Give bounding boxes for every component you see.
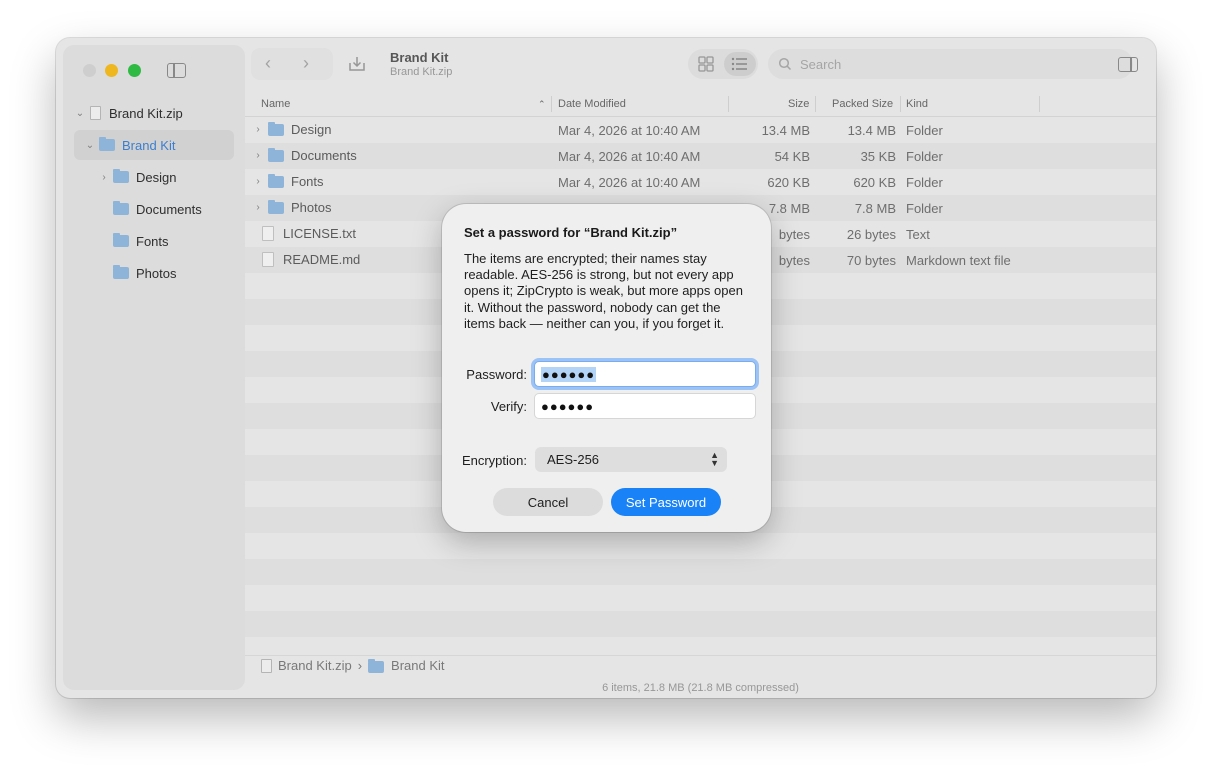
set-password-button[interactable]: Set Password <box>611 488 721 516</box>
verify-field[interactable]: ●●●●●● <box>534 393 756 419</box>
verify-label: Verify: <box>490 399 527 414</box>
dialog-message: The items are encrypted; their names sta… <box>464 251 743 331</box>
encryption-value: AES-256 <box>547 452 600 467</box>
encryption-label: Encryption: <box>461 453 527 468</box>
encryption-popup[interactable]: AES-256 ▲ ▼ <box>535 447 727 472</box>
verify-value: ●●●●●● <box>541 398 595 414</box>
set-password-dialog: Set a password for “Brand Kit.zip” The i… <box>442 204 771 532</box>
up-down-chevron-icon: ▲ ▼ <box>710 450 719 468</box>
dialog-title: Set a password for “Brand Kit.zip” <box>464 225 678 240</box>
cancel-button[interactable]: Cancel <box>493 488 603 516</box>
password-value: ●●●●●● <box>541 366 597 382</box>
password-field[interactable]: ●●●●●● <box>534 361 756 387</box>
password-label: Password: <box>466 367 527 382</box>
